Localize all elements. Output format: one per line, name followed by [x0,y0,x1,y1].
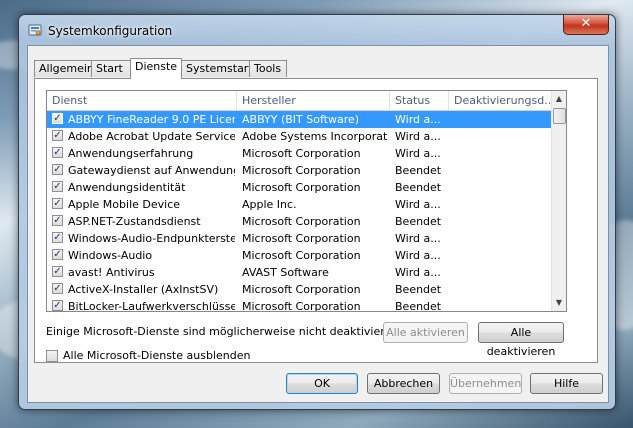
tab-system-startup[interactable]: Systemstart [181,60,253,77]
table-row[interactable]: ✓ Anwendungserfahrung Microsoft Corporatio… [47,145,552,162]
vendor-cell: Microsoft Corporation [242,215,361,228]
status-cell: Wird a... [395,130,441,143]
vendor-cell: Microsoft Corporation [242,232,361,245]
row-checkbox[interactable]: ✓ [52,147,63,158]
service-name-cell: Anwendungsidentität [68,181,186,194]
table-row[interactable]: ✓ Gatewaydienst auf Anwendungs... Microsof… [47,162,552,179]
status-cell: Wird a... [395,147,441,160]
row-checkbox[interactable]: ✓ [52,181,63,192]
status-cell: Beendet [395,300,442,312]
service-name-cell: Gatewaydienst auf Anwendungs... [68,164,235,177]
table-row[interactable]: ✓ Windows-Audio-Endpunkterstell... Microso… [47,230,552,247]
table-row[interactable]: ✓ BitLocker-Laufwerkverschlüsselu... Micro… [47,298,552,312]
service-name-cell: Apple Mobile Device [68,198,181,211]
vendor-cell: Apple Inc. [242,198,297,211]
table-row[interactable]: ✓ ASP.NET-Zustandsdienst Microsoft Corpora… [47,213,552,230]
vendor-cell: Microsoft Corporation [242,283,361,296]
tab-startup[interactable]: Start [91,60,131,77]
tab-general[interactable]: Allgemein [34,60,94,77]
table-row[interactable]: ✓ Windows-Audio Microsoft Corporation Wird … [47,247,552,264]
vertical-scrollbar[interactable]: ▲ ▼ [551,91,566,311]
table-row[interactable]: ✓ Apple Mobile Device Apple Inc. Wird a... [47,196,552,213]
vendor-cell: Microsoft Corporation [242,249,361,262]
table-header: Dienst Hersteller Status Deaktivierungsd… [47,91,552,111]
close-button[interactable]: ✕ [563,15,609,35]
services-table: Dienst Hersteller Status Deaktivierungsd… [46,90,567,312]
column-header-service[interactable]: Dienst [47,91,237,110]
scroll-up-icon[interactable]: ▲ [552,91,566,107]
msconfig-icon [28,24,42,36]
status-cell: Wird a... [395,113,441,126]
vendor-cell: ABBYY (BIT Software) [242,113,360,126]
info-note: Einige Microsoft-Dienste sind möglicherw… [46,325,393,338]
dialog-client-area: Allgemein Start Dienste Systemstart Tool… [27,45,609,403]
enable-all-button[interactable]: Alle aktivieren [383,322,468,343]
tab-services[interactable]: Dienste [130,58,182,79]
status-cell: Wird a... [395,198,441,211]
apply-button[interactable]: Übernehmen [449,373,522,394]
column-header-disable-date[interactable]: Deaktivierungsd... [449,91,552,110]
table-row[interactable]: ✓ ActiveX-Installer (AxInstSV) Microsoft C… [47,281,552,298]
tab-tools[interactable]: Tools [249,60,287,77]
service-name-cell: ASP.NET-Zustandsdienst [68,215,201,228]
row-checkbox[interactable]: ✓ [52,283,63,294]
row-checkbox[interactable]: ✓ [52,266,63,277]
service-name-cell: BitLocker-Laufwerkverschlüsselu... [68,300,235,312]
system-configuration-window: Systemkonfiguration ✕ Allgemein Start Di… [18,14,616,410]
service-name-cell: Adobe Acrobat Update Service [68,130,235,143]
service-name-cell: ActiveX-Installer (AxInstSV) [68,283,219,296]
window-title: Systemkonfiguration [48,24,173,38]
vendor-cell: AVAST Software [242,266,329,279]
scroll-thumb[interactable] [553,108,566,124]
column-header-vendor[interactable]: Hersteller [237,91,390,110]
service-name-cell: Windows-Audio-Endpunkterstell... [68,232,235,245]
scroll-down-icon[interactable]: ▼ [552,295,566,311]
row-checkbox[interactable]: ✓ [52,198,63,209]
close-icon: ✕ [580,16,592,31]
table-row[interactable]: ✓ Adobe Acrobat Update Service Adobe Syste… [47,128,552,145]
hide-microsoft-services-label: Alle Microsoft-Dienste ausblenden [63,349,251,362]
row-checkbox[interactable]: ✓ [52,113,63,124]
ok-button[interactable]: OK [286,373,358,394]
row-checkbox[interactable]: ✓ [52,249,63,260]
row-checkbox[interactable]: ✓ [52,164,63,175]
vendor-cell: Microsoft Corporation [242,181,361,194]
row-checkbox[interactable]: ✓ [52,300,63,311]
column-header-status[interactable]: Status [390,91,449,110]
status-cell: Beendet [395,164,442,177]
table-body: ✓ ABBYY FineReader 9.0 PE Licens... ABBYY … [47,111,552,312]
service-name-cell: ABBYY FineReader 9.0 PE Licens... [68,113,235,126]
services-tab-panel: Dienst Hersteller Status Deaktivierungsd… [34,78,598,363]
vendor-cell: Microsoft Corporation [242,300,361,312]
status-cell: Wird a... [395,232,441,245]
service-name-cell: Windows-Audio [68,249,153,262]
service-name-cell: Anwendungserfahrung [68,147,194,160]
status-cell: Beendet [395,283,442,296]
table-row[interactable]: ✓ avast! Antivirus AVAST Software Wird a... [47,264,552,281]
cancel-button[interactable]: Abbrechen [367,373,440,394]
service-name-cell: avast! Antivirus [68,266,155,279]
checkbox-box[interactable] [46,350,58,362]
row-checkbox[interactable]: ✓ [52,215,63,226]
help-button[interactable]: Hilfe [530,373,603,394]
row-checkbox[interactable]: ✓ [52,130,63,141]
row-checkbox[interactable]: ✓ [52,232,63,243]
disable-all-button[interactable]: Alle deaktivieren [478,322,564,358]
vendor-cell: Microsoft Corporation [242,147,361,160]
table-row[interactable]: ✓ Anwendungsidentität Microsoft Corporatio… [47,179,552,196]
vendor-cell: Microsoft Corporation [242,164,361,177]
table-row[interactable]: ✓ ABBYY FineReader 9.0 PE Licens... ABBYY … [47,111,552,128]
vendor-cell: Adobe Systems Incorporated [242,130,388,143]
status-cell: Beendet [395,215,442,228]
status-cell: Wird a... [395,266,441,279]
status-cell: Beendet [395,181,442,194]
status-cell: Wird a... [395,249,441,262]
